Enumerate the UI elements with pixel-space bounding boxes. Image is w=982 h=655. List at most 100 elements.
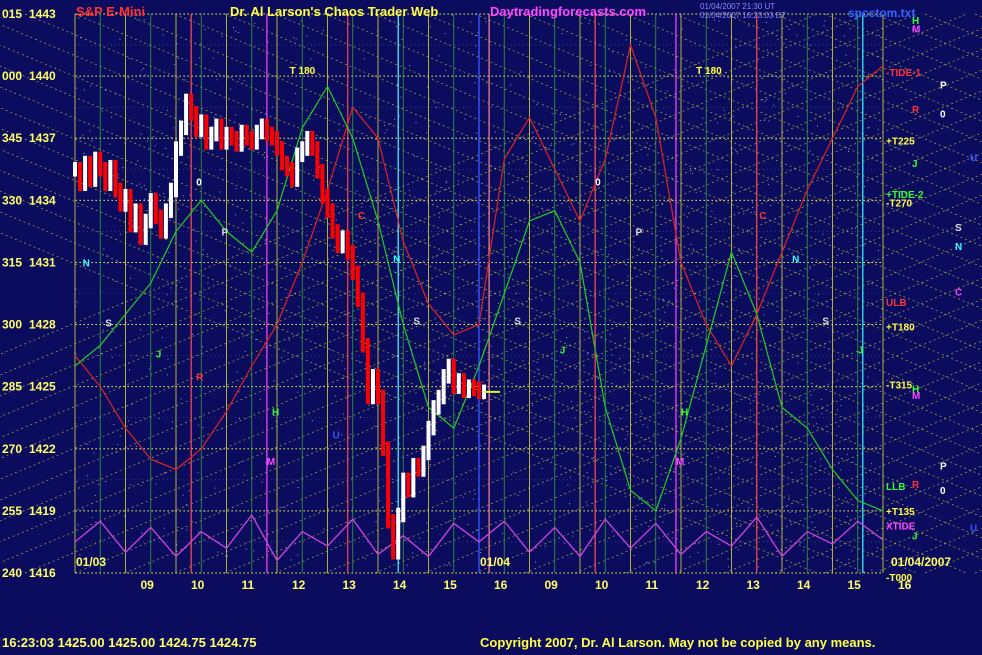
bg-dot	[737, 250, 739, 251]
bg-dot	[191, 521, 193, 523]
bg-dot	[549, 210, 551, 211]
bg-dot	[426, 522, 428, 524]
bg-dot	[551, 113, 553, 114]
bg-dot	[341, 360, 343, 362]
bg-dot	[736, 394, 738, 396]
bg-dot	[797, 235, 799, 237]
bg-dot	[641, 413, 643, 415]
site-link[interactable]: Daytradingforecasts.com	[490, 4, 646, 19]
bg-dot	[798, 138, 800, 140]
diagonal-line	[574, 403, 982, 574]
right-line-label: ULB	[886, 298, 907, 309]
bg-dot	[822, 233, 824, 235]
bg-dot	[354, 320, 356, 322]
x-tick-day1: 09	[140, 578, 154, 592]
bg-dot	[467, 524, 469, 526]
bg-dot	[783, 42, 785, 44]
bg-dot	[612, 51, 613, 53]
bg-dot	[660, 14, 662, 16]
bg-dot	[463, 496, 465, 498]
bg-dot	[364, 558, 366, 559]
bg-dot	[586, 472, 588, 474]
bg-dot	[435, 106, 437, 108]
bg-dot	[625, 496, 627, 498]
bg-dot	[643, 445, 645, 447]
bg-dot	[374, 425, 375, 427]
bg-dot	[424, 362, 425, 364]
bg-dot	[310, 58, 312, 60]
bg-dot	[525, 346, 527, 348]
bg-dot	[701, 168, 703, 170]
bg-dot	[140, 329, 142, 331]
bg-dot	[843, 35, 845, 37]
bg-dot	[767, 49, 768, 51]
bg-dot	[612, 367, 614, 369]
bg-dot	[212, 57, 214, 59]
far-right-label: U	[970, 153, 977, 164]
bg-dot	[114, 280, 116, 282]
bg-dot	[198, 424, 200, 426]
bg-dot	[717, 456, 719, 458]
bg-dot	[599, 161, 601, 163]
bg-dot	[235, 30, 237, 32]
bg-dot	[661, 250, 662, 252]
bg-dot	[490, 345, 492, 347]
bg-dot	[634, 341, 636, 343]
bg-dot	[642, 424, 644, 426]
bg-dot	[786, 506, 788, 507]
bg-dot	[852, 461, 854, 463]
bg-dot	[330, 349, 332, 351]
bg-dot	[436, 322, 438, 324]
bg-dot	[434, 102, 436, 104]
bg-dot	[116, 452, 118, 453]
bg-dot	[840, 405, 842, 407]
bg-dot	[415, 121, 417, 123]
bg-dot	[101, 110, 103, 112]
bg-dot	[664, 508, 665, 510]
bg-dot	[369, 251, 371, 252]
bg-dot	[385, 197, 386, 198]
bg-dot	[847, 168, 849, 170]
far-right-label: S	[955, 223, 962, 234]
bg-dot	[475, 45, 477, 47]
bg-dot	[536, 361, 538, 363]
bg-dot	[702, 117, 704, 119]
bg-dot	[633, 555, 635, 556]
bg-dot	[544, 545, 546, 547]
bg-dot	[451, 14, 453, 16]
bg-dot	[605, 287, 607, 289]
bg-dot	[474, 82, 476, 84]
bg-dot	[686, 216, 688, 218]
diagonal-line	[0, 211, 867, 574]
planet-marker: N	[393, 254, 400, 265]
bg-dot	[267, 551, 269, 552]
bg-dot	[763, 120, 765, 122]
bg-dot	[583, 365, 585, 367]
bg-dot	[690, 168, 691, 169]
bg-dot	[288, 339, 290, 341]
bg-dot	[673, 69, 675, 71]
bg-dot	[676, 538, 678, 540]
bg-dot	[634, 530, 636, 532]
bg-dot	[264, 240, 266, 242]
bg-dot	[660, 395, 662, 397]
bg-dot	[177, 526, 179, 528]
bg-dot	[229, 264, 231, 266]
bg-dot	[344, 368, 346, 370]
bg-dot	[102, 322, 104, 324]
bg-dot	[341, 434, 343, 436]
bg-dot	[566, 345, 568, 347]
bg-dot	[736, 523, 737, 525]
bg-dot	[778, 530, 779, 532]
bg-dot	[97, 483, 99, 485]
bg-dot	[522, 360, 524, 362]
bg-dot	[648, 526, 650, 527]
bg-dot	[536, 314, 538, 316]
bg-dot	[571, 250, 573, 252]
bg-dot	[533, 376, 535, 378]
bg-dot	[520, 505, 522, 507]
bg-dot	[569, 503, 570, 505]
bg-dot	[368, 117, 370, 119]
bg-dot	[531, 393, 533, 395]
bg-dot	[851, 550, 853, 552]
